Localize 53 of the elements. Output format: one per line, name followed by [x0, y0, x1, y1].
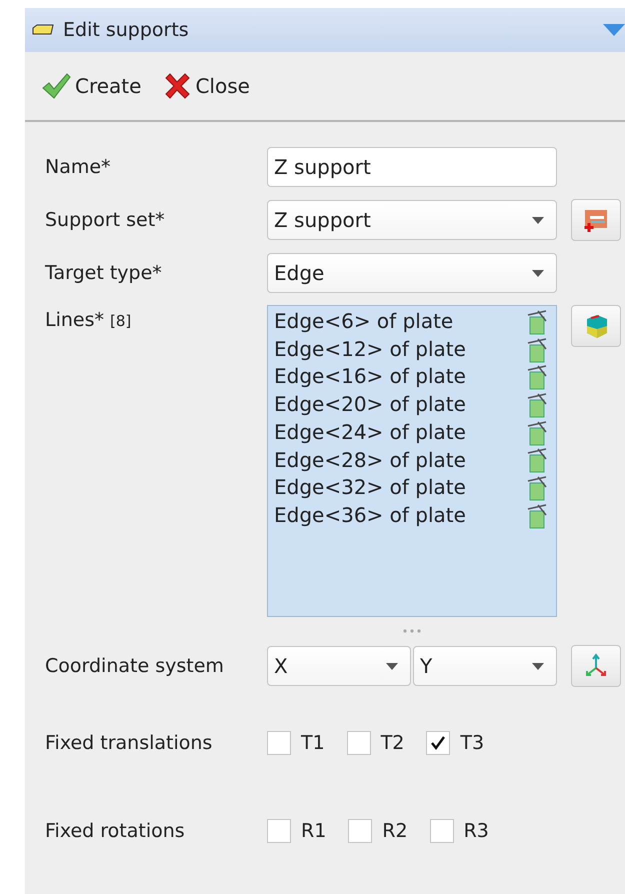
- list-item[interactable]: Edge<12> of plate: [274, 336, 550, 364]
- target-type-dropdown[interactable]: Edge: [267, 253, 557, 293]
- combo-value: Edge: [274, 261, 324, 285]
- list-item[interactable]: Edge<28> of plate: [274, 446, 550, 474]
- checkmark-icon: [430, 735, 446, 751]
- checkbox-label: R2: [382, 820, 408, 842]
- checkbox-label: T3: [460, 732, 484, 754]
- list-item[interactable]: Edge<20> of plate: [274, 391, 550, 419]
- checkbox[interactable]: [346, 731, 371, 755]
- checkbox[interactable]: [267, 819, 291, 843]
- list-item[interactable]: Edge<24> of plate: [274, 418, 550, 447]
- support-set-dropdown[interactable]: Z support: [267, 200, 557, 240]
- field-label: Target type*: [45, 262, 163, 284]
- list-item[interactable]: Edge<6> of plate: [274, 308, 550, 336]
- collapse-icon[interactable]: [603, 24, 625, 36]
- caret-icon: [532, 216, 544, 224]
- checkbox[interactable]: [348, 819, 372, 843]
- checkbox[interactable]: [430, 819, 454, 843]
- name-field[interactable]: Z support: [267, 147, 557, 187]
- list-item[interactable]: Edge<32> of plate: [274, 474, 550, 502]
- field-label: Support set*: [45, 209, 166, 231]
- axis-dropdown[interactable]: X: [267, 646, 411, 686]
- list-item[interactable]: Edge<36> of plate: [274, 502, 550, 530]
- close-icon: [163, 72, 192, 100]
- axes-button[interactable]: [571, 645, 621, 687]
- list-item[interactable]: Edge<16> of plate: [274, 363, 550, 392]
- checkbox-label: R3: [464, 820, 489, 842]
- combo-value: X: [274, 654, 288, 678]
- create-button[interactable]: Create: [39, 66, 144, 106]
- axis-dropdown[interactable]: Y: [413, 646, 557, 686]
- field-label: Coordinate system: [45, 655, 225, 677]
- field-label: Fixed translations: [45, 732, 214, 754]
- caret-icon: [532, 662, 544, 670]
- caret-icon: [532, 270, 544, 276]
- cube-button[interactable]: [571, 305, 621, 347]
- caret-icon: [386, 662, 398, 670]
- field-label: Fixed rotations: [45, 820, 186, 842]
- resize-handle[interactable]: [402, 629, 422, 633]
- field-label: Name*: [45, 156, 112, 178]
- checkbox[interactable]: [426, 731, 450, 755]
- check-icon: [41, 72, 71, 100]
- combo-value: Y: [420, 654, 432, 678]
- checkbox-label: T2: [380, 732, 404, 754]
- field-label: Lines*: [45, 309, 104, 331]
- combo-value: Z support: [274, 208, 371, 232]
- close-button[interactable]: Close: [161, 66, 252, 106]
- table-add-icon: [583, 207, 609, 233]
- checkbox-label: T1: [301, 732, 325, 754]
- add-support-set-button[interactable]: [571, 199, 621, 241]
- panel-title: Edit supports: [63, 19, 190, 41]
- count-label: [8]: [110, 312, 132, 330]
- checkbox-label: R1: [301, 820, 326, 842]
- checkbox[interactable]: [267, 731, 291, 755]
